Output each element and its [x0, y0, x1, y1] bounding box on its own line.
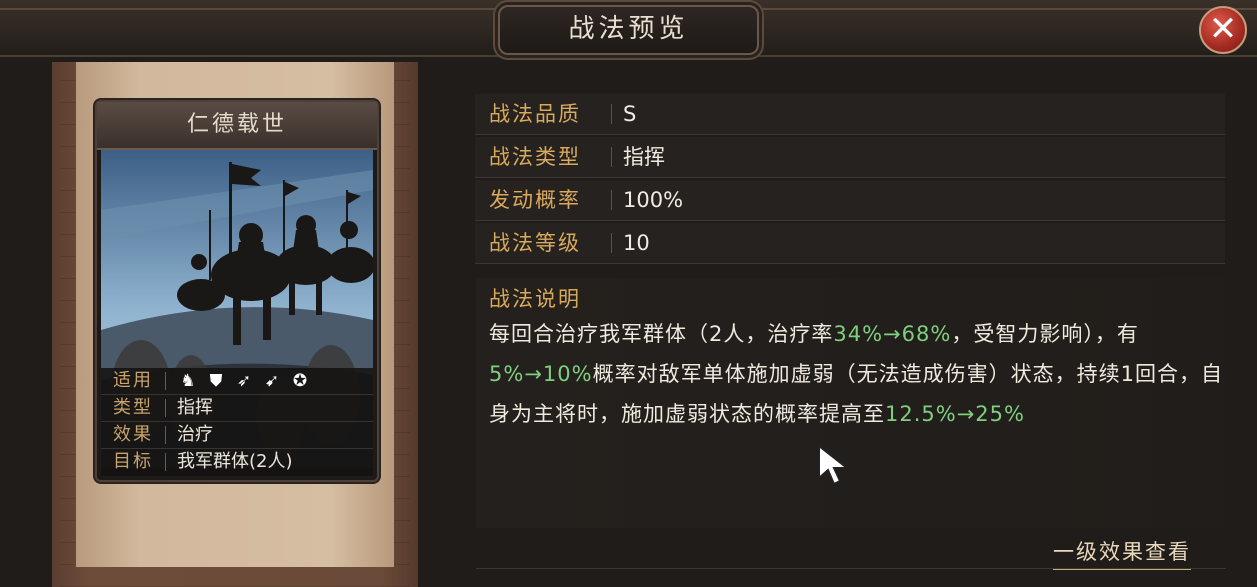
shield-icon: ⛊	[209, 371, 223, 391]
info-row-target: 目标 我军群体(2人)	[101, 449, 373, 475]
cavalry-icon: ♞	[180, 371, 196, 391]
detail-label: 战法品质	[489, 102, 581, 126]
info-label: 效果	[113, 424, 153, 445]
info-value: 指挥	[177, 397, 213, 418]
divider	[476, 568, 1226, 569]
info-value: 治疗	[177, 424, 213, 445]
heal-rate-value: 34%→68%	[833, 322, 952, 346]
detail-level-row: 战法等级 10	[475, 223, 1225, 264]
detail-type-row: 战法类型 指挥	[475, 137, 1225, 178]
detail-label: 战法类型	[489, 145, 581, 169]
detail-quality-row: 战法品质 S	[475, 94, 1225, 135]
skill-card-title: 仁德载世	[97, 102, 377, 150]
info-row-type: 类型 指挥	[101, 395, 373, 422]
info-label: 适用	[113, 370, 153, 391]
detail-value: 10	[623, 231, 650, 255]
info-label: 目标	[113, 451, 153, 472]
description-text: 每回合治疗我军群体（2人，治疗率34%→68%，受智力影响），有5%→10%概率…	[489, 322, 1223, 426]
close-icon: ✕	[1208, 9, 1238, 49]
description-heading: 战法说明	[489, 287, 581, 311]
detail-value: 指挥	[623, 145, 665, 169]
level-one-effect-link[interactable]: 一级效果查看	[1053, 536, 1191, 570]
info-value: 我军群体(2人)	[177, 451, 293, 472]
weaken-chance-value: 5%→10%	[489, 362, 593, 386]
info-row-effect: 效果 治疗	[101, 422, 373, 449]
close-button[interactable]: ✕	[1199, 6, 1247, 54]
bow-icon: ➶	[236, 371, 252, 391]
detail-probability-row: 发动概率 100%	[475, 180, 1225, 221]
detail-value: S	[623, 102, 637, 126]
commander-chance-value: 12.5%→25%	[885, 402, 1025, 426]
window-title: 战法预览	[498, 5, 759, 55]
detail-label: 发动概率	[489, 188, 581, 212]
mouse-cursor-icon	[817, 443, 853, 490]
skill-card-info: 适用 ♞ ⛊ ➶ ➹ ✪ 类型 指挥 效果 治疗 目标 我军群体(2人)	[101, 368, 373, 476]
skill-card: 仁德载世 适用 ♞ ⛊ ➶ ➹ ✪ 类型 指挥 效果 治疗 目标 我军群体(2人…	[95, 100, 379, 482]
spear-icon: ➹	[264, 371, 280, 391]
info-label: 类型	[113, 397, 153, 418]
chariot-icon: ✪	[292, 371, 308, 391]
usage-icons: ♞ ⛊ ➶ ➹ ✪	[177, 370, 311, 392]
info-row-usage: 适用 ♞ ⛊ ➶ ➹ ✪	[101, 368, 373, 395]
detail-label: 战法等级	[489, 231, 581, 255]
detail-value: 100%	[623, 188, 684, 212]
